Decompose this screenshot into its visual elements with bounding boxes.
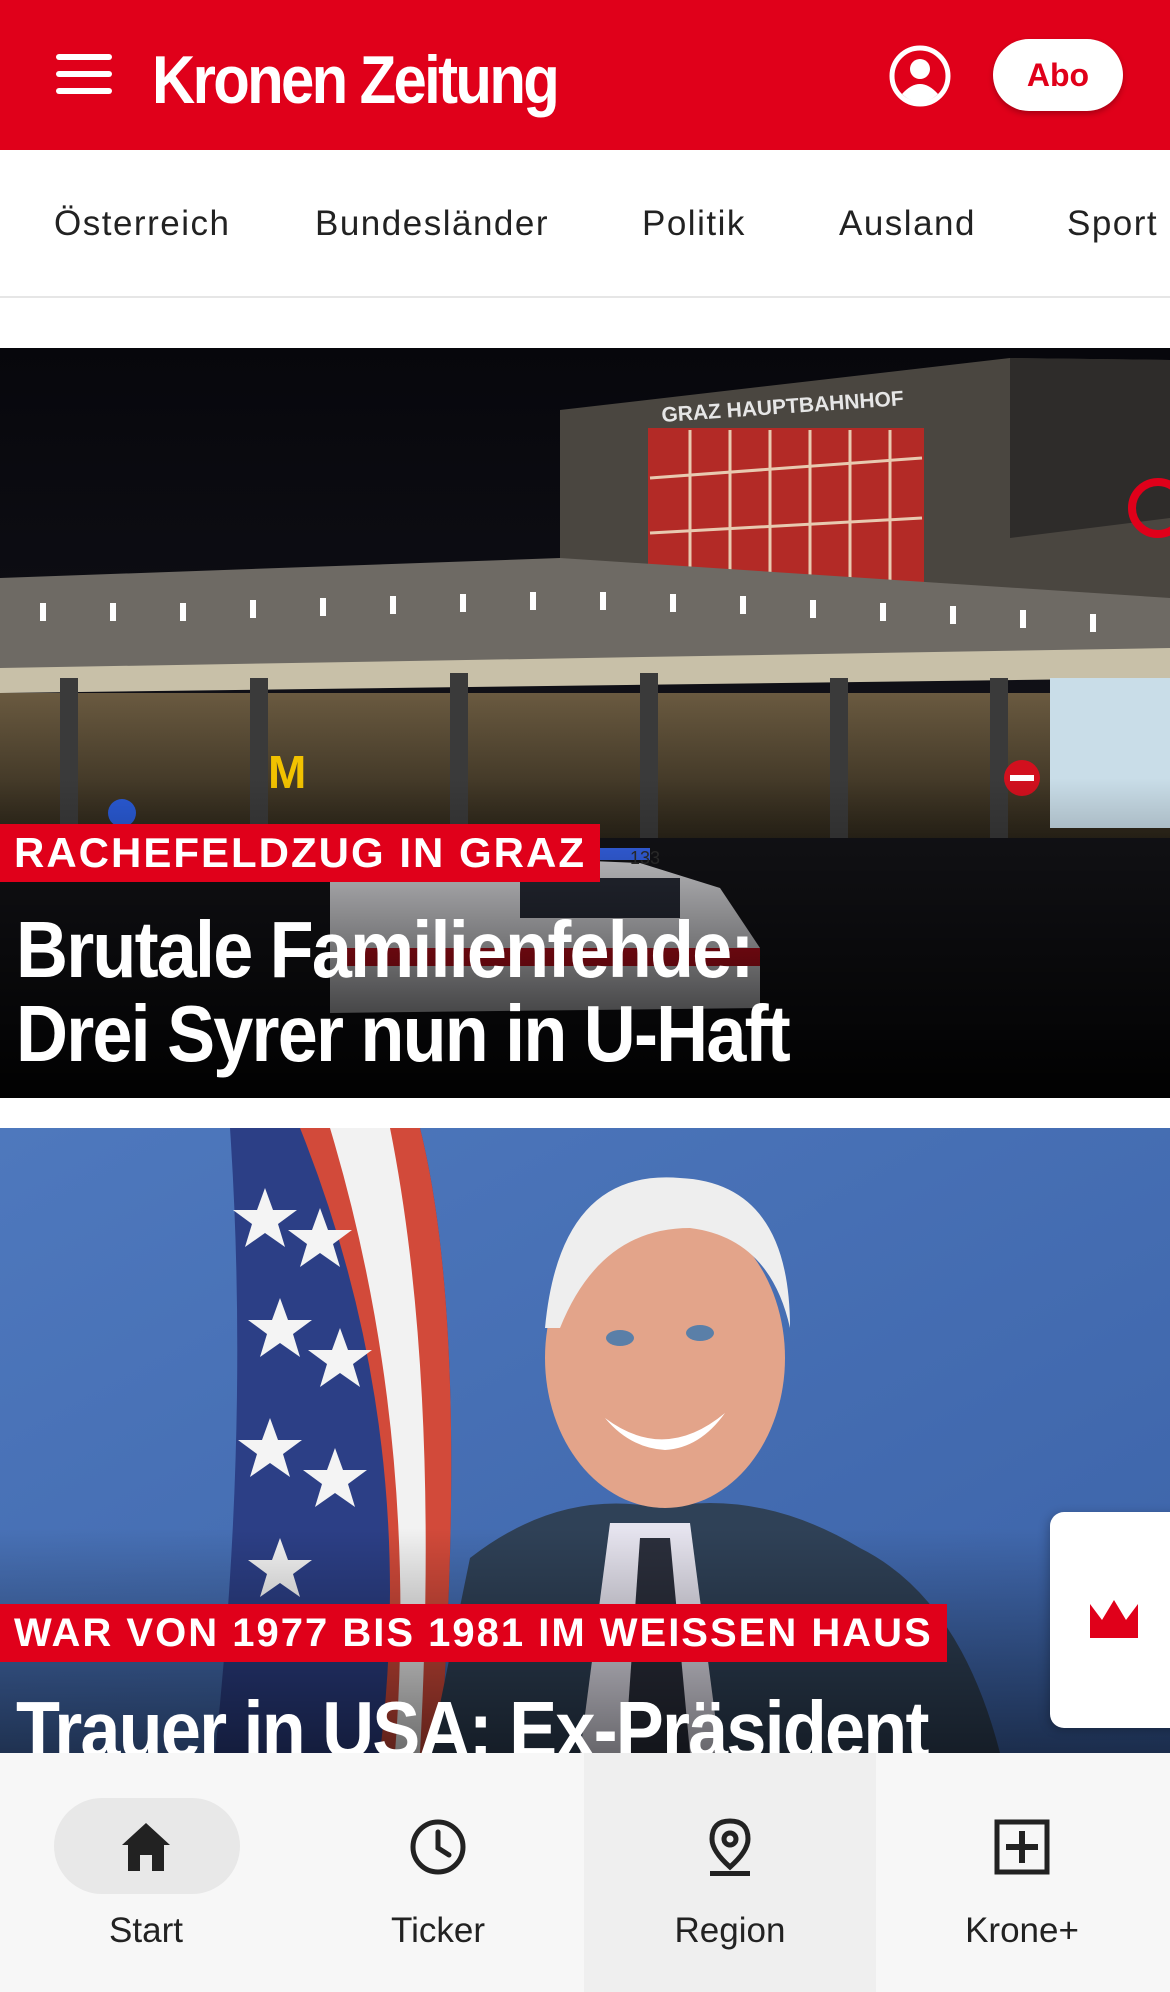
headline-line: Drei Syrer nun in U-Haft [16,989,791,1078]
headline-line: Trauer in USA: Ex-Präsident [16,1685,929,1754]
category-politik[interactable]: Politik [642,204,746,244]
nav-region[interactable]: Region [584,1753,876,1992]
bottom-navigation: Start Ticker Region Krone+ [0,1753,1170,1992]
account-icon[interactable] [888,44,952,108]
nav-label: Start [109,1911,183,1950]
clock-icon [410,1819,466,1875]
category-sport[interactable]: Sport [1067,204,1158,244]
article-headline: Trauer in USA: Ex-Präsident [16,1685,929,1754]
nav-label: Region [674,1911,786,1950]
home-icon [122,1823,170,1871]
nav-label: Ticker [391,1911,485,1950]
top-app-bar: Kronen Zeitung Abo [0,0,1170,150]
nav-krone-plus[interactable]: Krone+ [876,1753,1168,1992]
menu-icon[interactable] [56,52,112,96]
krone-widget-button[interactable] [1050,1512,1170,1728]
plus-square-icon [994,1819,1050,1875]
crown-icon [1090,1600,1138,1638]
category-oesterreich[interactable]: Österreich [54,204,230,244]
article-kicker: WAR VON 1977 BIS 1981 IM WEISSEN HAUS [0,1604,947,1662]
abo-button[interactable]: Abo [993,39,1123,111]
location-pin-icon [709,1818,751,1876]
nav-start[interactable]: Start [0,1753,292,1992]
nav-ticker[interactable]: Ticker [292,1753,584,1992]
article-kicker: RACHEFELDZUG IN GRAZ [0,824,600,882]
category-ausland[interactable]: Ausland [839,204,976,244]
headline-line: Brutale Familienfehde: [16,905,754,994]
article-headline: Brutale Familienfehde: Drei Syrer nun in… [16,905,791,1078]
site-logo[interactable]: Kronen Zeitung [152,36,560,124]
category-nav: Österreich Bundesländer Politik Ausland … [0,150,1170,298]
article-card[interactable]: WAR VON 1977 BIS 1981 IM WEISSEN HAUS Tr… [0,1128,1170,1753]
nav-label: Krone+ [965,1911,1079,1950]
article-card[interactable]: GRAZ HAUPTBAHNHOF M 133 [0,348,1170,1098]
category-bundeslaender[interactable]: Bundesländer [315,204,549,244]
